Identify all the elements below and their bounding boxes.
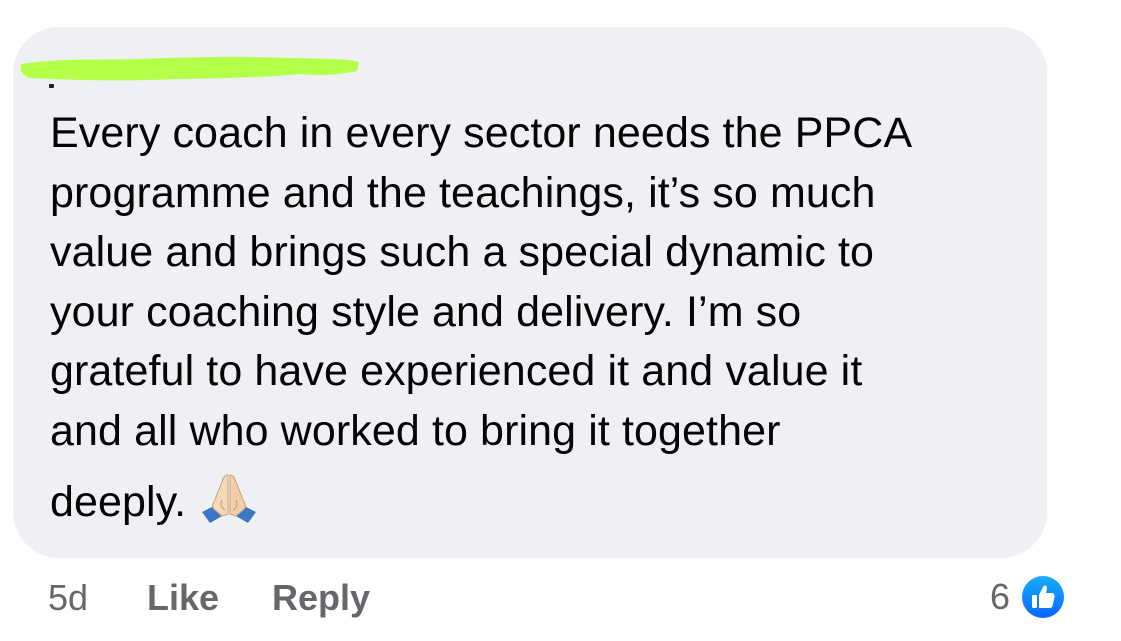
reaction-summary[interactable]: 6 xyxy=(990,571,1067,623)
comment-line: value and brings such a special dynamic … xyxy=(50,228,875,276)
like-button[interactable]: Like xyxy=(147,577,219,619)
comment-line: programme and the teachings, it’s so muc… xyxy=(50,168,876,217)
reply-button[interactable]: Reply xyxy=(272,577,370,619)
comment-line: deeply. xyxy=(50,478,187,526)
author-name-redaction xyxy=(19,54,361,82)
comment-last-line: deeply. xyxy=(50,472,1030,533)
like-reaction-icon xyxy=(1020,574,1067,620)
comment-line: Every coach in every sector needs the PP… xyxy=(50,109,913,157)
comment-line: your coaching style and delivery. I’m so xyxy=(50,287,802,336)
reaction-count: 6 xyxy=(990,576,1011,617)
comment-timestamp[interactable]: 5d xyxy=(48,577,88,619)
folded-hands-icon xyxy=(198,472,260,524)
comment-line: grateful to have experienced it and valu… xyxy=(50,347,863,395)
comment-line: and all who worked to bring it together xyxy=(50,406,781,455)
comment-screenshot: Every coach in every sector needs the PP… xyxy=(0,0,1121,641)
comment-text: Every coach in every sector needs the PP… xyxy=(50,104,1030,533)
comment-actions-row: 5d Like Reply 6 xyxy=(0,571,1121,623)
author-name-remnant xyxy=(49,84,54,88)
